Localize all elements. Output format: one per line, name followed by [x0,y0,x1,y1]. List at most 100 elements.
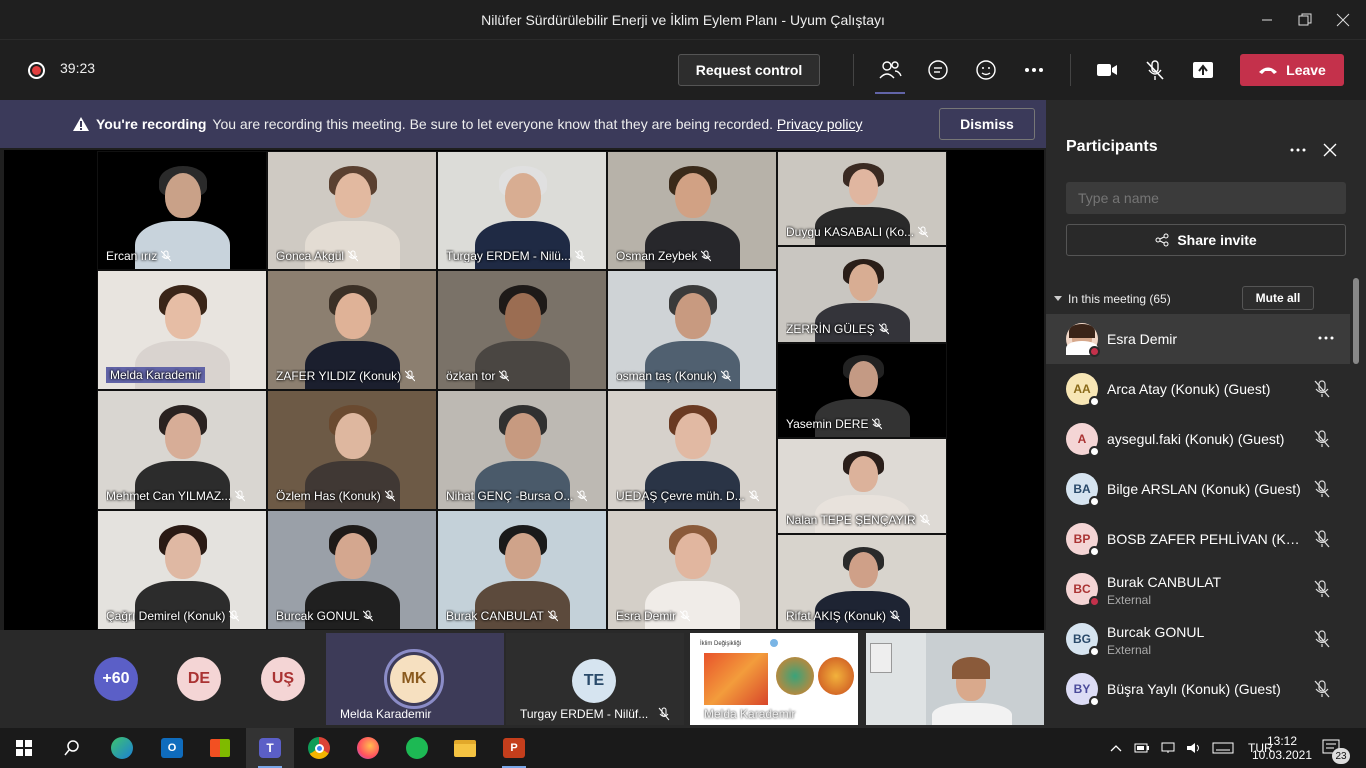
video-tile-esra[interactable] [866,633,1044,725]
tile-name: Duygu KASABALI (Ko... [786,225,929,239]
taskbar-outlook[interactable]: O [148,728,196,768]
mic-off-icon [1146,60,1164,80]
video-tile[interactable]: Rifat AKIŞ (Konuk) [777,534,947,630]
video-tile[interactable]: Çağrı Demirel (Konuk) [97,510,267,630]
share-screen-button[interactable] [1186,54,1220,86]
participant-row[interactable]: AA Arca Atay (Konuk) (Guest) [1046,364,1350,414]
participant-row[interactable]: BA Bilge ARSLAN (Konuk) (Guest) [1046,464,1350,514]
video-tile-melda[interactable]: MK Melda Karademir [326,633,504,725]
in-meeting-section-toggle[interactable]: In this meeting (65) [1054,292,1171,306]
mic-off-icon[interactable] [1314,430,1330,448]
notification-center-button[interactable]: 23 [1322,728,1350,768]
privacy-policy-link[interactable]: Privacy policy [777,116,863,132]
video-tile-turgay[interactable]: TE Turgay ERDEM - Nilüf... [506,633,684,725]
more-icon[interactable] [1318,336,1334,340]
keyboard-icon[interactable] [1212,742,1234,754]
avatar: BP [1066,523,1100,557]
meeting-timer: 39:23 [60,60,96,76]
avatar[interactable]: DE [177,657,221,701]
raise-hand-icon [976,60,996,80]
taskbar-firefox[interactable] [344,728,392,768]
video-tile[interactable]: ZERRİN GÜLEŞ [777,246,947,343]
taskbar-store[interactable] [196,728,244,768]
video-tile[interactable]: Yasemin DERE [777,343,947,438]
video-tile[interactable]: Osman Zeybek [607,151,777,270]
participant-search-input[interactable] [1066,182,1346,214]
taskbar-explorer[interactable] [441,728,489,768]
share-invite-button[interactable]: Share invite [1066,224,1346,256]
chrome-icon [308,737,330,759]
mic-off-icon[interactable] [1314,680,1330,698]
video-tile[interactable]: osman taş (Konuk) [607,270,777,390]
video-tile[interactable]: Gonca Akgül [267,151,437,270]
video-tile[interactable]: özkan tor [437,270,607,390]
panel-scrollbar[interactable] [1353,278,1359,364]
participant-row[interactable]: BG Burcak GONUL External [1046,614,1350,664]
taskbar-edge[interactable] [98,728,146,768]
video-tile[interactable]: Turgay ERDEM - Nilü... [437,151,607,270]
tile-name: Rifat AKIŞ (Konuk) [786,609,901,623]
mic-button[interactable] [1138,54,1172,86]
mic-off-icon[interactable] [1314,630,1330,648]
taskbar-spotify[interactable] [393,728,441,768]
overflow-participants-button[interactable]: +60 [94,657,138,701]
mute-all-button[interactable]: Mute all [1242,286,1314,310]
mic-off-icon [878,323,889,335]
chat-button[interactable] [921,54,955,86]
video-tile[interactable]: Burak CANBULAT [437,510,607,630]
participant-row[interactable]: BP BOSB ZAFER PEHLİVAN (Konu... [1046,514,1350,564]
video-tile[interactable]: Nalan TEPE ŞENÇAYIR [777,438,947,534]
mic-off-icon [890,610,901,622]
mic-off-icon [161,250,172,262]
mic-off-icon[interactable] [1314,530,1330,548]
reactions-button[interactable] [969,54,1003,86]
volume-icon[interactable] [1186,742,1202,754]
close-window-button[interactable] [1320,0,1366,40]
participant-row[interactable]: BC Burak CANBULAT External [1046,564,1350,614]
battery-icon[interactable] [1134,742,1150,754]
video-tile[interactable]: Burcak GONUL [267,510,437,630]
taskbar-chrome[interactable] [295,728,343,768]
camera-button[interactable] [1090,54,1124,86]
participants-toggle-button[interactable] [873,54,907,94]
mic-off-icon[interactable] [1314,580,1330,598]
mic-off-icon[interactable] [1314,480,1330,498]
dismiss-button[interactable]: Dismiss [939,108,1035,140]
video-tile[interactable]: Melda Karademir [97,270,267,390]
participant-name: Büşra Yaylı (Konuk) (Guest) [1107,681,1281,697]
video-tile[interactable]: Özlem Has (Konuk) [267,390,437,510]
video-tile[interactable]: Duygu KASABALI (Ko... [777,151,947,246]
video-tile[interactable]: ZAFER YILDIZ (Konuk) [267,270,437,390]
chevron-up-icon[interactable] [1110,744,1122,752]
search-button[interactable] [48,728,96,768]
network-icon[interactable] [1160,742,1176,754]
taskbar-teams[interactable]: T [246,728,294,768]
tile-name: Gonca Akgül [276,249,359,263]
avatar[interactable]: UŞ [261,657,305,701]
mic-off-icon [348,250,359,262]
tile-name: Burak CANBULAT [446,609,558,623]
video-tile[interactable]: Ercan ırız [97,151,267,270]
participant-row[interactable]: Esra Demir [1046,314,1350,364]
video-tile[interactable]: Esra Demir [607,510,777,630]
leave-button[interactable]: Leave [1240,54,1344,86]
mic-off-icon[interactable] [1314,380,1330,398]
request-control-button[interactable]: Request control [678,54,820,86]
video-tile[interactable]: Nihat GENÇ -Bursa O... [437,390,607,510]
clock[interactable]: 13:12 10.03.2021 [1252,728,1312,768]
mic-off-icon [919,514,930,526]
close-panel-icon[interactable] [1323,143,1337,157]
more-actions-button[interactable] [1017,54,1051,86]
taskbar-powerpoint[interactable]: P [490,728,538,768]
participant-row[interactable]: Aaysegul.faki (Konuk) (Guest) [1046,414,1350,464]
start-button[interactable] [0,728,48,768]
participant-row[interactable]: BY Büşra Yaylı (Konuk) (Guest) [1046,664,1350,714]
mic-off-icon [405,370,416,382]
more-icon[interactable] [1290,148,1306,152]
video-tile[interactable]: UEDAŞ Çevre müh. D... [607,390,777,510]
video-tile[interactable]: Mehmet Can YILMAZ... [97,390,267,510]
shared-screen-tile[interactable]: İklim Değişikliği Melda Karademir [690,633,858,725]
avatar [1066,323,1100,357]
tile-name: UEDAŞ Çevre müh. D... [616,489,759,503]
participants-panel: Participants Share invite In this meetin… [1046,100,1366,728]
